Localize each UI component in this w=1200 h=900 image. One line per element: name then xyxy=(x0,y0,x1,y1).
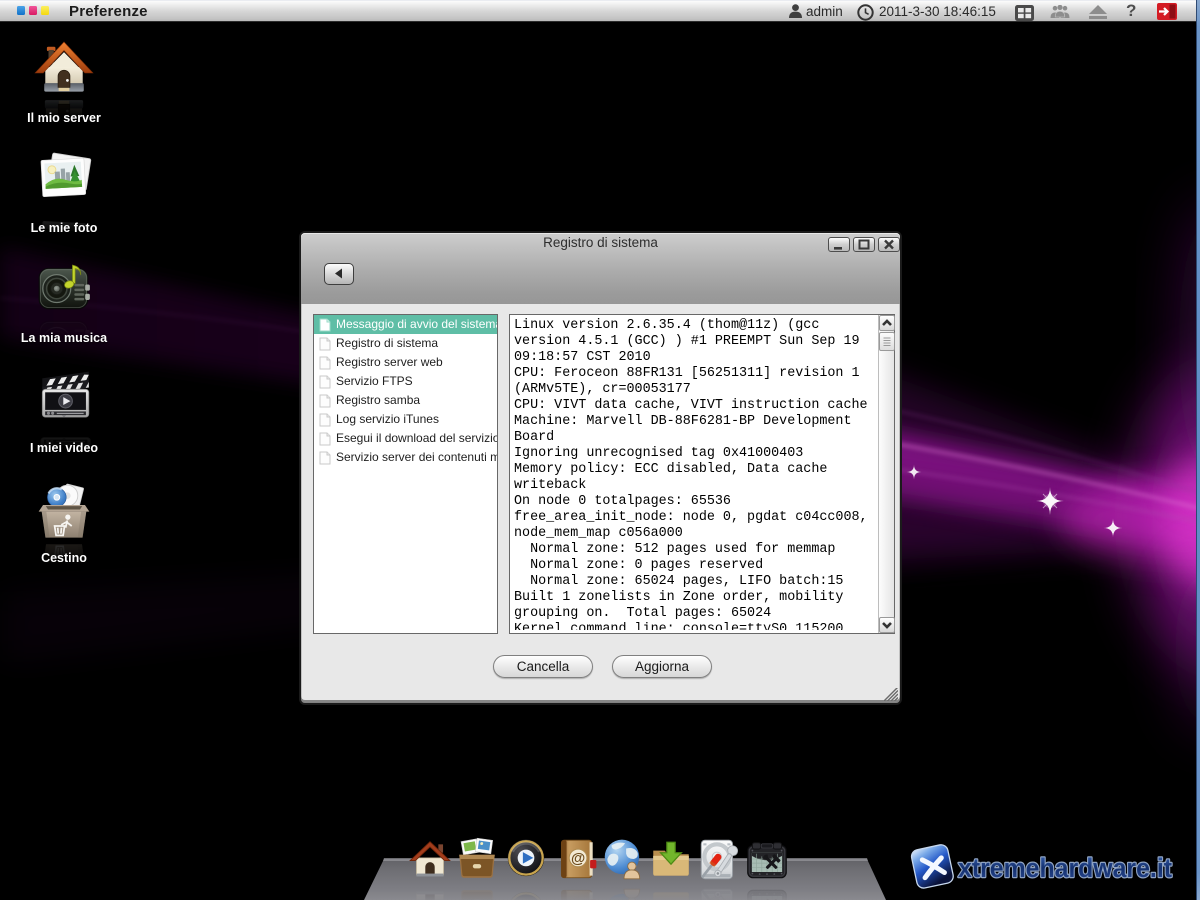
svg-text:xtremehardware.it: xtremehardware.it xyxy=(958,853,1172,883)
svg-text:@: @ xyxy=(571,851,585,867)
